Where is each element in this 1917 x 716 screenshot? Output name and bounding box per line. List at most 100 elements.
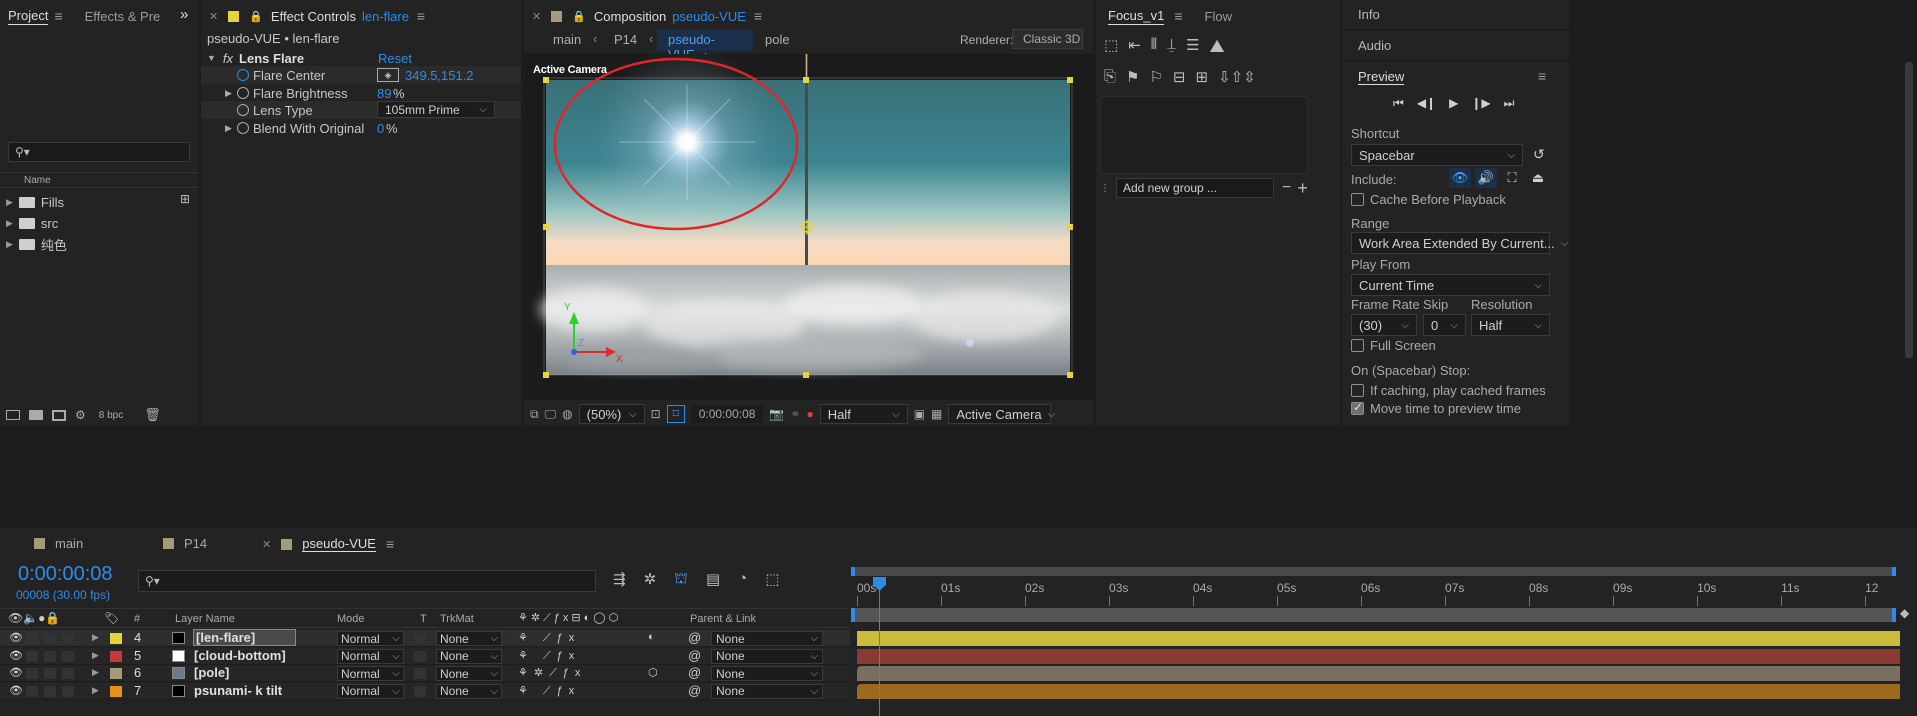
pickwhip-icon[interactable]: @ bbox=[688, 665, 701, 680]
menu-icon[interactable]: ≡ bbox=[1174, 8, 1182, 24]
camera-view-dropdown[interactable]: Active Camera ⌵ bbox=[948, 404, 1055, 424]
disclosure-triangle-icon[interactable]: ▶ bbox=[92, 667, 99, 678]
solo-switch[interactable] bbox=[44, 668, 56, 679]
bpc-indicator[interactable]: 8 bpc bbox=[99, 410, 123, 421]
transparency-grid-icon[interactable]: ▦ bbox=[931, 407, 942, 421]
parent-dropdown[interactable]: None ⌵ bbox=[711, 666, 823, 681]
av-features-icon[interactable]: 👁🔈●🔒 bbox=[8, 611, 60, 625]
disclosure-triangle-icon[interactable]: ▶ bbox=[92, 650, 99, 661]
disclosure-triangle-icon[interactable]: ▶ bbox=[6, 218, 13, 229]
renderer-button[interactable]: Classic 3D bbox=[1012, 29, 1083, 49]
work-area-bar[interactable] bbox=[851, 567, 1896, 576]
channel-icon[interactable]: ● bbox=[806, 407, 813, 421]
layer-row[interactable]: 👁 ▶ 5 [cloud-bottom] Normal ⌵ None ⌵ ⚘ ⟋ƒx… bbox=[0, 647, 850, 665]
skip-dropdown[interactable]: 0 ⌵ bbox=[1423, 314, 1466, 336]
mask-icon[interactable]: ◍ bbox=[562, 407, 572, 421]
project-item-folder[interactable]: ▶ src bbox=[0, 213, 180, 233]
close-icon[interactable]: ✕ bbox=[532, 10, 541, 23]
solo-switch[interactable] bbox=[44, 633, 56, 644]
last-frame-icon[interactable]: ⏭ bbox=[1504, 96, 1515, 111]
tab-effects-presets[interactable]: Effects & Pre bbox=[85, 9, 161, 24]
timeline-tab-pseudo-vue[interactable]: ✕ pseudo-VUE ≡ bbox=[262, 536, 394, 552]
disclosure-triangle-icon[interactable]: ▶ bbox=[6, 197, 13, 208]
new-folder-icon[interactable] bbox=[29, 410, 43, 420]
plus-icon[interactable]: + bbox=[1297, 178, 1308, 199]
include-export-icon[interactable]: ⏏ bbox=[1527, 168, 1549, 188]
column-parent[interactable]: Parent & Link bbox=[690, 613, 756, 625]
breadcrumb-p14[interactable]: P14 bbox=[614, 32, 637, 47]
layer-duration-bar[interactable] bbox=[857, 648, 1900, 664]
tab-project[interactable]: Project ≡ bbox=[8, 8, 63, 25]
pickwhip-icon[interactable]: @ bbox=[688, 630, 701, 645]
lens-type-dropdown[interactable]: 105mm Prime ⌵ bbox=[377, 101, 495, 118]
disclosure-triangle-icon[interactable]: ▶ bbox=[92, 632, 99, 643]
layer-plus-icon[interactable]: ⊞ bbox=[1196, 68, 1209, 86]
text-lines-icon[interactable]: ☰ bbox=[1186, 36, 1199, 57]
menu-icon[interactable]: ≡ bbox=[754, 8, 762, 24]
timeline-tab-main[interactable]: main bbox=[34, 536, 83, 551]
disclosure-triangle-icon[interactable]: ▼ bbox=[207, 53, 216, 63]
magnification-dropdown[interactable]: (50%) ⌵ bbox=[578, 404, 645, 424]
info-panel[interactable]: Info bbox=[1343, 0, 1569, 29]
stopwatch-icon[interactable] bbox=[237, 87, 249, 99]
tab-flow[interactable]: Flow bbox=[1205, 9, 1232, 24]
disclosure-triangle-icon[interactable]: ▶ bbox=[225, 123, 232, 134]
drag-handle-icon[interactable]: ⋮ bbox=[1100, 183, 1110, 194]
shortcut-dropdown[interactable]: Spacebar ⌵ bbox=[1351, 144, 1523, 166]
project-search-input[interactable]: ⚲▾ bbox=[8, 142, 190, 162]
menu-icon[interactable]: ≡ bbox=[386, 536, 394, 552]
cache-before-playback-row[interactable]: Cache Before Playback bbox=[1351, 192, 1506, 207]
layer-duration-bar[interactable] bbox=[857, 631, 1900, 646]
project-settings-icon[interactable]: ⚙ bbox=[75, 408, 86, 422]
include-audio-icon[interactable]: 🔊 bbox=[1475, 168, 1497, 188]
parent-dropdown[interactable]: None ⌵ bbox=[711, 648, 823, 664]
layer-switches[interactable]: ⚘ ⟋ƒx bbox=[518, 649, 580, 663]
if-caching-row[interactable]: If caching, play cached frames bbox=[1351, 383, 1546, 398]
preserve-transparency-switch[interactable] bbox=[414, 650, 426, 662]
prop-flare-center[interactable]: Flare Center ◈ 349.5 , 151.2 bbox=[201, 66, 521, 84]
layer-mode-dropdown[interactable]: Normal ⌵ bbox=[337, 631, 404, 646]
play-icon[interactable]: ▶ bbox=[1449, 96, 1458, 111]
full-screen-row[interactable]: Full Screen bbox=[1351, 338, 1436, 353]
pickwhip-icon[interactable]: @ bbox=[688, 648, 701, 663]
tab-effect-controls[interactable]: Effect Controls len-flare bbox=[271, 9, 409, 24]
stopwatch-icon[interactable] bbox=[237, 122, 249, 134]
layer-duration-bar[interactable] bbox=[857, 666, 1900, 681]
preserve-transparency-switch[interactable] bbox=[414, 685, 426, 697]
menu-icon[interactable]: ≡ bbox=[54, 8, 62, 24]
move-time-row[interactable]: Move time to preview time bbox=[1351, 400, 1521, 416]
breadcrumb-main[interactable]: main bbox=[553, 32, 581, 47]
move-time-checkbox[interactable] bbox=[1351, 400, 1364, 415]
layer-minus-icon[interactable]: ⊟ bbox=[1173, 68, 1186, 86]
always-preview-icon[interactable]: ⧉ bbox=[530, 407, 539, 422]
layer-trkmat-dropdown[interactable]: None ⌵ bbox=[436, 683, 502, 699]
eye-icon[interactable]: 👁 bbox=[9, 684, 23, 697]
layer-name[interactable]: [pole] bbox=[194, 665, 229, 680]
frame-rate-dropdown[interactable]: (30) ⌵ bbox=[1351, 314, 1417, 336]
crosshair-icon[interactable]: ◈ bbox=[377, 68, 399, 82]
column-t[interactable]: T bbox=[420, 613, 427, 625]
disclosure-triangle-icon[interactable]: ▶ bbox=[6, 239, 13, 250]
project-item-folder[interactable]: ▶ Fills bbox=[0, 192, 180, 212]
solo-switch[interactable] bbox=[44, 685, 56, 697]
layer-3d-icon[interactable]: ⬡ bbox=[648, 666, 658, 679]
full-screen-checkbox[interactable] bbox=[1351, 339, 1364, 352]
lock-switch[interactable] bbox=[62, 650, 74, 662]
fx-toggle-icon[interactable]: fx bbox=[223, 51, 233, 66]
resolution-preview-dropdown[interactable]: Half ⌵ bbox=[1471, 314, 1550, 336]
current-time-display[interactable]: 0:00:00:08 bbox=[690, 405, 764, 423]
comp-frame-render[interactable] bbox=[524, 54, 1093, 400]
info-tab[interactable]: Info bbox=[1358, 7, 1380, 22]
flare-center-y[interactable]: 151.2 bbox=[441, 68, 474, 83]
grid-guides-icon[interactable]: ⊡ bbox=[651, 407, 661, 421]
include-video-icon[interactable]: 👁 bbox=[1449, 168, 1471, 188]
stopwatch-icon[interactable] bbox=[237, 69, 249, 81]
preserve-transparency-switch[interactable] bbox=[414, 633, 426, 644]
stopwatch-icon[interactable] bbox=[237, 104, 249, 116]
prop-flare-brightness[interactable]: ▶ Flare Brightness 89 % bbox=[201, 84, 521, 102]
layer-mode-dropdown[interactable]: Normal ⌵ bbox=[337, 666, 404, 681]
if-caching-checkbox[interactable] bbox=[1351, 384, 1364, 397]
layer-label-color[interactable] bbox=[110, 685, 122, 697]
breadcrumb-pseudo-vue[interactable]: pseudo-VUE‹ bbox=[657, 29, 753, 62]
layer-switches[interactable]: ⚘✲⟋ƒx bbox=[518, 666, 586, 680]
